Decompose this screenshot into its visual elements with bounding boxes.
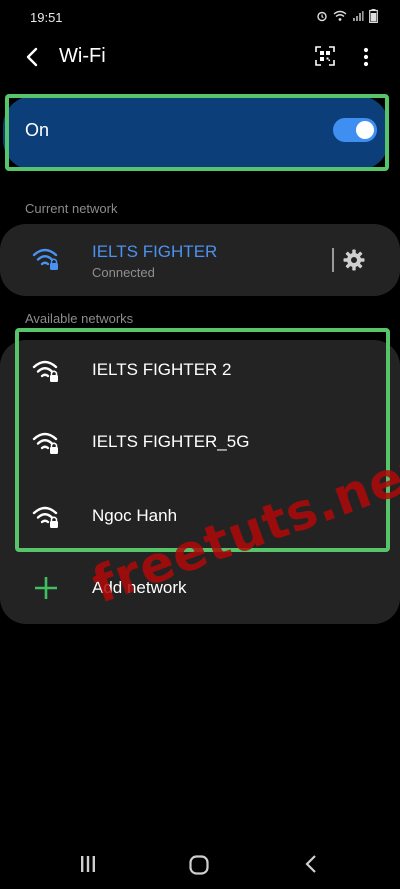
nav-bar	[0, 840, 400, 889]
recents-icon[interactable]	[79, 854, 97, 874]
network-row[interactable]: IELTS FIGHTER_5G	[0, 412, 400, 472]
wifi-switch[interactable]	[333, 118, 377, 142]
status-icons	[316, 9, 378, 23]
plus-icon	[35, 577, 57, 599]
network-name: IELTS FIGHTER_5G	[92, 432, 250, 451]
wifi-toggle-label: On	[25, 120, 50, 140]
switch-knob	[356, 121, 374, 139]
current-network-name: IELTS FIGHTER	[92, 242, 218, 261]
network-row[interactable]: IELTS FIGHTER 2	[0, 340, 400, 400]
battery-icon	[369, 9, 378, 23]
divider	[332, 248, 334, 272]
wifi-lock-icon	[32, 248, 58, 270]
gear-icon[interactable]	[342, 248, 366, 272]
qr-scan-icon[interactable]	[313, 44, 337, 68]
page-title: Wi-Fi	[59, 45, 106, 67]
more-vert-icon[interactable]	[356, 44, 376, 70]
wifi-lock-icon	[32, 506, 58, 528]
app-bar: Wi-Fi	[0, 36, 400, 78]
current-network-card[interactable]: IELTS FIGHTER Connected	[0, 224, 400, 296]
status-bar: 19:51	[0, 0, 400, 36]
current-network-status: Connected	[92, 265, 155, 280]
back-arrow-icon[interactable]	[20, 44, 46, 70]
signal-icon	[353, 11, 364, 21]
wifi-lock-icon	[32, 432, 58, 454]
available-networks-heading: Available networks	[25, 311, 134, 326]
network-name: IELTS FIGHTER 2	[92, 360, 232, 379]
network-name: Ngoc Hanh	[92, 506, 178, 525]
status-time: 19:51	[30, 10, 63, 25]
wifi-lock-icon	[32, 360, 58, 382]
current-network-heading: Current network	[25, 201, 118, 216]
wifi-toggle-row[interactable]: On	[3, 96, 389, 170]
nav-back-icon[interactable]	[302, 854, 320, 874]
home-icon[interactable]	[188, 854, 210, 876]
wifi-icon	[333, 10, 347, 21]
alarm-icon	[317, 11, 327, 22]
